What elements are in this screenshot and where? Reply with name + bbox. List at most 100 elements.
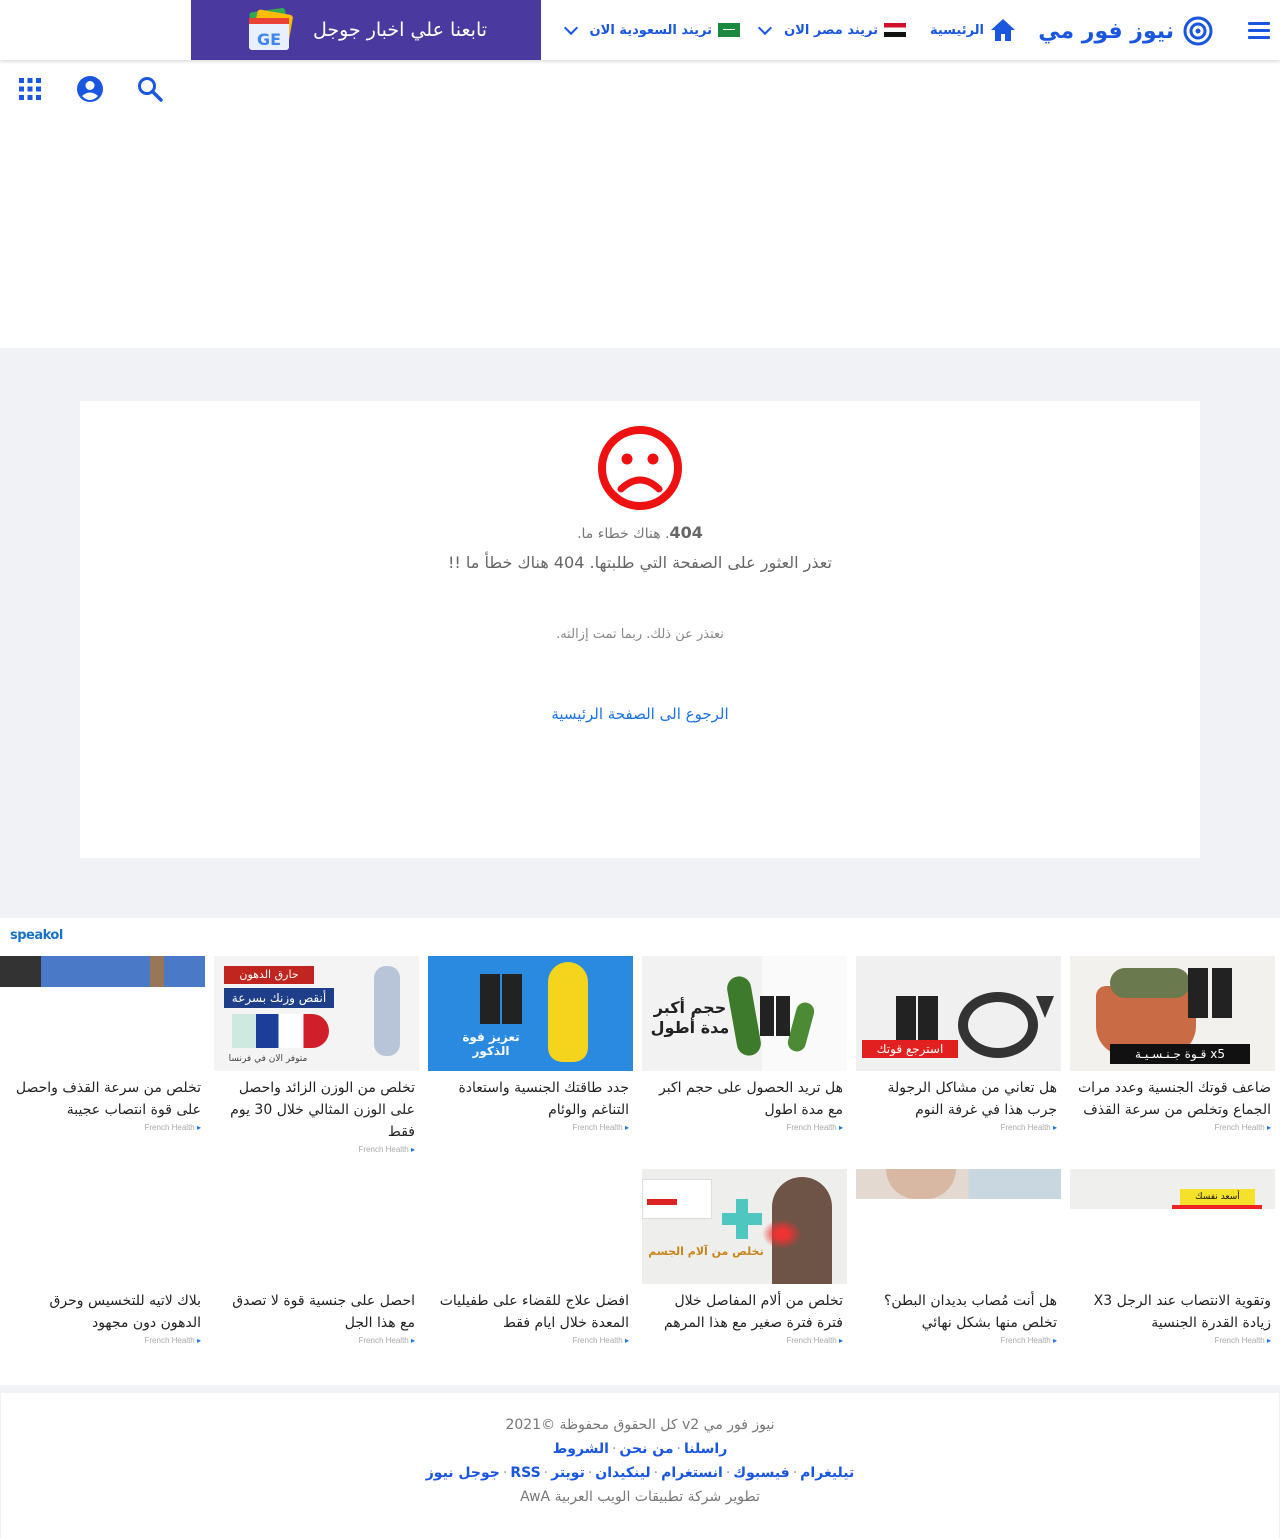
ad-card[interactable]: حارق الدهون أنقص وزنك بسرعة متوفر الان ف… [214, 956, 419, 1154]
ad-title: هل تريد الحصول على حجم اكبر مع مدة اطول [658, 1080, 843, 1118]
logo-text: نيوز فور مي [1038, 18, 1174, 44]
separator: · [725, 1465, 731, 1481]
ad-title: ضاعف قوتك الجنسية وعدد مرات الجماع وتخلص… [1077, 1080, 1271, 1118]
nav-home-label: الرئيسية [929, 22, 984, 38]
nav-saudi-trend[interactable]: تريند السعودية الان [563, 0, 740, 60]
ad-card[interactable]: بلاك لاتيه للتخسيس وحرق الدهون دون مجهود… [0, 1169, 205, 1345]
ad-card[interactable]: احصل على جنسية قوة لا تصدق مع هذا الجل F… [214, 1169, 419, 1345]
separator: · [792, 1465, 798, 1481]
hamburger-menu-icon[interactable] [1248, 18, 1270, 44]
back-to-home-link[interactable]: الرجوع الى الصفحة الرئيسية [80, 705, 1200, 723]
separator: · [611, 1441, 617, 1457]
search-icon[interactable] [135, 74, 165, 104]
google-news-banner[interactable]: تابعنا علي اخبار جوجل GE [191, 0, 541, 60]
ad-source: French Health [0, 1123, 205, 1132]
ad-card[interactable]: استرجع قوتك هل تعاني من مشاكل الرجولة جر… [856, 956, 1061, 1132]
ad-image-caption: أنقص وزنك بسرعة [224, 988, 334, 1008]
ad-image-caption: تخلص من آلام الجسم [648, 1245, 764, 1258]
ad-title: تخلص من الوزن الزائد واحصل على الوزن الم… [230, 1080, 415, 1140]
site-header: نيوز فور مي الرئيسية تريند مصر الان ترين… [0, 0, 1280, 60]
ad-image-caption: حارق الدهون [224, 966, 314, 984]
separator: · [587, 1465, 593, 1481]
ad-source: French Health [642, 1336, 847, 1345]
ad-image: تخلص من آلام الجسم [642, 1169, 847, 1284]
ad-image [428, 1169, 633, 1284]
footer-link-linkedin[interactable]: لينكيدان [595, 1465, 650, 1481]
ad-source: French Health [1070, 1336, 1275, 1345]
ad-card[interactable]: حجم أكبر مدة أطول هل تريد الحصول على حجم… [642, 956, 847, 1132]
footer-link-about[interactable]: من نحن [619, 1441, 673, 1457]
footer-developer: تطوير شركة تطبيقات الويب العربية AwA [520, 1489, 760, 1505]
ad-source: French Health [856, 1336, 1061, 1345]
svg-text:GE: GE [257, 30, 281, 49]
ad-image: x5 قـوة جـنـسـيـة [1070, 956, 1275, 1071]
ad-card[interactable]: تعزيز قوة الذكور جدد طاقتك الجنسية واستع… [428, 956, 633, 1132]
ad-title: هل أنت مُصاب بديدان البطن؟ تخلص منها بشك… [883, 1293, 1057, 1331]
speakol-logo[interactable]: speakol [10, 928, 63, 943]
ad-title: جدد طاقتك الجنسية واستعادة التناغم والوئ… [458, 1080, 629, 1118]
footer-link-twitter[interactable]: تويتر [551, 1465, 585, 1481]
home-icon [991, 19, 1015, 41]
ad-source: French Health [428, 1123, 633, 1132]
apps-grid-icon[interactable] [15, 74, 45, 104]
ad-source: French Health [856, 1123, 1061, 1132]
error-long-message: تعذر العثور على الصفحة التي طلبتها. 404 … [448, 553, 832, 572]
ad-title: احصل على جنسية قوة لا تصدق مع هذا الجل [232, 1293, 415, 1331]
sad-face-icon [598, 426, 682, 510]
ad-card[interactable]: x5 قـوة جـنـسـيـة ضاعف قوتك الجنسية وعدد… [1070, 956, 1275, 1132]
separator: · [653, 1465, 659, 1481]
ad-image [214, 1169, 419, 1284]
error-short-text: . هناك خطاء ما. [577, 526, 670, 542]
ad-source: French Health [428, 1336, 633, 1345]
footer-link-terms[interactable]: الشروط [553, 1441, 609, 1457]
nav-egypt-trend[interactable]: تريند مصر الان [758, 0, 906, 60]
ad-card[interactable]: تخلص من سرعة القذف واحصل على قوة انتصاب … [0, 956, 205, 1132]
saudi-flag-icon [718, 23, 740, 37]
ad-card[interactable]: تخلص من آلام الجسم تخلص من ألام المفاصل … [642, 1169, 847, 1345]
ad-image-caption: تعزيز قوة الذكور [462, 1030, 520, 1058]
error-apology: نعتذر عن ذلك. ربما تمت إزالته. [556, 627, 724, 642]
google-news-icon: GE [248, 8, 293, 50]
footer-link-rss[interactable]: RSS [510, 1465, 540, 1481]
ad-image-caption: أسعد نفسك [1180, 1189, 1255, 1205]
ad-image: استرجع قوتك [856, 956, 1061, 1071]
chevron-down-icon [563, 20, 578, 35]
ad-card[interactable]: هل أنت مُصاب بديدان البطن؟ تخلص منها بشك… [856, 1169, 1061, 1345]
account-icon[interactable] [75, 74, 105, 104]
separator: · [543, 1465, 549, 1481]
nav-egypt-label: تريند مصر الان [784, 22, 878, 38]
ad-source: French Health [0, 1336, 205, 1345]
ad-card[interactable]: افضل علاج للقضاء على طفيليات المعدة خلال… [428, 1169, 633, 1345]
footer-copyright: نيوز فور مي v2 كل الحقوق محفوظة ©2021 [505, 1417, 775, 1433]
site-logo[interactable]: نيوز فور مي [1038, 14, 1214, 48]
google-news-text: تابعنا علي اخبار جوجل [312, 19, 488, 41]
footer-social-links: تيليغرام·فيسبوك·انستغرام·لينكيدان·تويتر·… [1, 1465, 1279, 1481]
ad-source: French Health [214, 1336, 419, 1345]
footer-link-facebook[interactable]: فيسبوك [733, 1465, 789, 1481]
ad-image: تعزيز قوة الذكور [428, 956, 633, 1071]
ad-source: French Health [1070, 1123, 1275, 1132]
ad-image [0, 1169, 205, 1284]
site-footer: نيوز فور مي v2 كل الحقوق محفوظة ©2021 را… [0, 1385, 1280, 1538]
ad-image-caption: استرجع قوتك [862, 1040, 958, 1058]
footer-link-google-news[interactable]: جوجل نيوز [426, 1465, 500, 1481]
separator: · [676, 1441, 681, 1457]
egypt-flag-icon [884, 23, 906, 37]
separator: · [502, 1465, 508, 1481]
ad-image-caption: متوفر الان في فرنسا [228, 1054, 308, 1064]
footer-link-contact[interactable]: راسلنا [684, 1441, 727, 1457]
ad-title: افضل علاج للقضاء على طفيليات المعدة خلال… [439, 1293, 629, 1331]
nav-home[interactable]: الرئيسية [930, 0, 1016, 60]
ad-title: بلاك لاتيه للتخسيس وحرق الدهون دون مجهود [49, 1293, 201, 1331]
ad-title: وتقوية الانتصاب عند الرجل X3 زيادة القدر… [1093, 1293, 1271, 1331]
nav-saudi-label: تريند السعودية الان [589, 22, 712, 38]
footer-link-telegram[interactable]: تيليغرام [800, 1465, 854, 1481]
footer-link-instagram[interactable]: انستغرام [661, 1465, 723, 1481]
ad-image-caption: x5 قـوة جـنـسـيـة [1110, 1044, 1250, 1064]
ad-image [0, 956, 205, 987]
broadcast-logo-icon [1183, 16, 1213, 46]
ad-image-caption: حجم أكبر مدة أطول [650, 998, 730, 1037]
chevron-down-icon [758, 20, 773, 35]
ad-image [856, 1169, 1061, 1199]
ad-card[interactable]: أسعد نفسك وتقوية الانتصاب عند الرجل X3 ز… [1070, 1169, 1275, 1345]
